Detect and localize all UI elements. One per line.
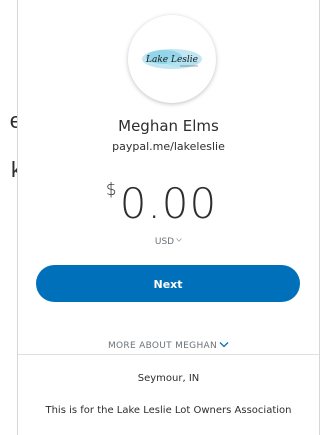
next-button[interactable]: Next: [36, 265, 300, 302]
amount-input[interactable]: 0.00: [120, 179, 218, 228]
more-about-toggle[interactable]: MORE ABOUT MEGHAN: [18, 341, 319, 351]
currency-selector[interactable]: USD: [18, 237, 319, 247]
divider: [18, 354, 319, 355]
profile-name: Meghan Elms: [118, 117, 219, 135]
currency-code: USD: [154, 237, 175, 247]
description-text: This is for the Lake Leslie Lot Owners A…: [45, 405, 292, 416]
profile-avatar: Lake Leslie: [128, 15, 216, 103]
logo-text: Lake Leslie: [145, 55, 198, 65]
currency-symbol: $: [105, 180, 117, 200]
more-about-label: MORE ABOUT MEGHAN: [107, 341, 218, 351]
chevron-down-icon: [176, 238, 182, 242]
page: e k Lake Leslie Meghan Elms paypal.me/la…: [0, 0, 321, 435]
paypal-me-card: Lake Leslie Meghan Elms paypal.me/lakele…: [17, 0, 320, 435]
location-text: Seymour, IN: [137, 373, 200, 384]
chevron-down-icon: [219, 342, 229, 348]
lake-leslie-logo: Lake Leslie: [142, 49, 202, 69]
amount-display[interactable]: $ 0.00: [18, 178, 319, 230]
profile-handle[interactable]: paypal.me/lakeleslie: [18, 140, 319, 153]
